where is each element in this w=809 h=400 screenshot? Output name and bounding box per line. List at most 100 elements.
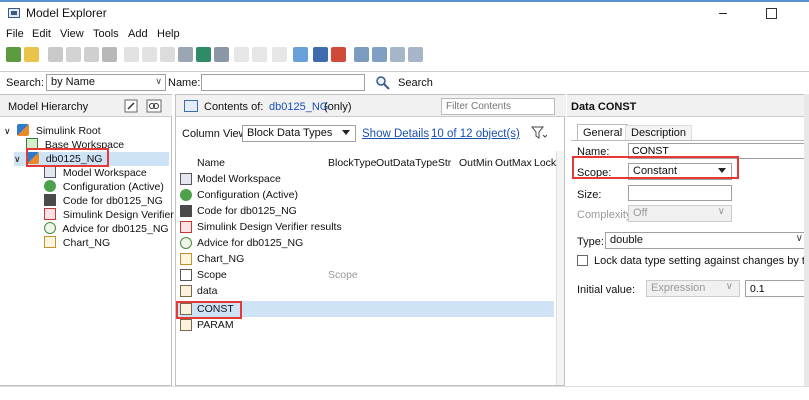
- design-verifier-icon: [44, 208, 56, 220]
- settings-icon[interactable]: [178, 47, 193, 62]
- tree-item-model-workspace[interactable]: Model Workspace: [44, 166, 147, 180]
- complexity-dropdown: Off ∨: [628, 205, 732, 222]
- status-bar: [0, 386, 809, 400]
- config-icon[interactable]: [214, 47, 229, 62]
- copy-icon[interactable]: [66, 47, 81, 62]
- column-view-dropdown[interactable]: Block Data Types: [242, 125, 356, 142]
- filter-contents-input[interactable]: [441, 98, 555, 115]
- chevron-down-icon[interactable]: ∨: [4, 126, 14, 137]
- menu-tools[interactable]: Tools: [93, 28, 119, 40]
- highlight-box-model: [26, 148, 109, 167]
- library-icon[interactable]: [331, 47, 346, 62]
- table-row[interactable]: PARAM: [176, 317, 554, 333]
- menu-edit[interactable]: Edit: [32, 28, 51, 40]
- tree-item-design-verifier[interactable]: Simulink Design Verifier: [44, 208, 174, 222]
- table-row[interactable]: Configuration (Active): [176, 187, 554, 203]
- complexity-field-label: Complexity:: [577, 209, 635, 221]
- tree-item-configuration[interactable]: Configuration (Active): [44, 180, 164, 194]
- toolbar: [0, 44, 809, 66]
- hierarchy-title: Model Hierarchy: [8, 101, 89, 113]
- initial-value-input[interactable]: [745, 280, 809, 297]
- chevron-down-icon: ∨: [155, 76, 162, 86]
- function-icon[interactable]: [252, 47, 267, 62]
- code-icon: [180, 205, 192, 217]
- tree-item-label: Simulink Root: [35, 125, 101, 137]
- table-row[interactable]: Simulink Design Verifier results: [176, 219, 554, 235]
- import-icon[interactable]: [408, 47, 423, 62]
- open-folder-icon[interactable]: [24, 47, 39, 62]
- delete-icon[interactable]: [102, 47, 117, 62]
- row-name: Scope: [197, 269, 227, 281]
- column-header-outmin[interactable]: OutMin: [459, 157, 493, 169]
- show-details-link[interactable]: Show Details: [362, 128, 429, 140]
- highlight-box-scope: [572, 156, 739, 179]
- size-input[interactable]: [628, 185, 732, 201]
- tab-divider: [571, 140, 809, 141]
- hierarchy-icon[interactable]: [313, 47, 328, 62]
- table-row[interactable]: Model Workspace: [176, 171, 554, 187]
- type-dropdown[interactable]: double ∨: [605, 232, 809, 249]
- contents-suffix: (only): [324, 101, 352, 113]
- search-button[interactable]: Search: [398, 77, 433, 89]
- table-row[interactable]: Scope Scope: [176, 267, 554, 283]
- export-icon[interactable]: [390, 47, 405, 62]
- split-icon[interactable]: [234, 47, 249, 62]
- paste-icon[interactable]: [84, 47, 99, 62]
- fx-icon[interactable]: [272, 47, 287, 62]
- right-edge-scrollbar: [804, 94, 809, 386]
- list-icon[interactable]: [160, 47, 175, 62]
- report-icon[interactable]: [372, 47, 387, 62]
- grid-icon[interactable]: [124, 47, 139, 62]
- new-model-icon[interactable]: [6, 47, 21, 62]
- chart-icon: [180, 253, 192, 265]
- column-header-outmax[interactable]: OutMax: [495, 157, 532, 169]
- tree-item-advice[interactable]: Advice for db0125_NG: [44, 222, 169, 236]
- column-header-outdatatypestr[interactable]: OutDataTypeStr: [376, 157, 451, 169]
- contents-prefix: Contents of:: [204, 101, 264, 113]
- cut-icon[interactable]: [48, 47, 63, 62]
- menu-help[interactable]: Help: [157, 28, 180, 40]
- search-icon[interactable]: [375, 75, 391, 91]
- row-name: PARAM: [197, 319, 234, 331]
- filter-icon[interactable]: [531, 126, 547, 140]
- tree-item-label: Advice for db0125_NG: [62, 223, 169, 235]
- model-explorer-view-icon[interactable]: [293, 47, 308, 62]
- table-icon[interactable]: [142, 47, 157, 62]
- minimize-button[interactable]: –: [708, 2, 738, 24]
- chevron-down-icon: ∨: [717, 206, 725, 217]
- model-workspace-icon: [180, 173, 192, 185]
- target-icon[interactable]: [196, 47, 211, 62]
- tree-item-simulink-root[interactable]: ∨ Simulink Root: [4, 124, 101, 138]
- search-mode-dropdown[interactable]: by Name ∨: [46, 74, 166, 91]
- row-name: Chart_NG: [197, 253, 245, 265]
- tab-description[interactable]: Description: [625, 125, 693, 140]
- column-header-blocktype[interactable]: BlockType: [328, 157, 376, 169]
- pencil-icon[interactable]: [124, 99, 138, 113]
- column-header-name[interactable]: Name: [197, 157, 225, 169]
- lock-data-type-checkbox[interactable]: [577, 255, 588, 266]
- table-row[interactable]: data: [176, 283, 554, 299]
- object-count-link[interactable]: 10 of 12 object(s): [431, 128, 520, 140]
- menu-view[interactable]: View: [60, 28, 84, 40]
- table-row[interactable]: Advice for db0125_NG: [176, 235, 554, 251]
- name-search-input[interactable]: [201, 74, 365, 91]
- compare-icon[interactable]: [354, 47, 369, 62]
- table-row[interactable]: Code for db0125_NG: [176, 203, 554, 219]
- data-title: Data CONST: [571, 101, 637, 113]
- tab-general[interactable]: General: [577, 124, 629, 141]
- menu-add[interactable]: Add: [128, 28, 148, 40]
- maximize-button[interactable]: [756, 2, 786, 24]
- vertical-scrollbar[interactable]: [556, 151, 564, 385]
- window-title: Model Explorer: [26, 6, 107, 20]
- chevron-down-icon[interactable]: ∨: [14, 154, 24, 165]
- menu-file[interactable]: File: [6, 28, 24, 40]
- tree-item-code[interactable]: Code for db0125_NG: [44, 194, 163, 208]
- contents-model-link[interactable]: db0125_NG: [269, 101, 328, 113]
- link-icon[interactable]: [146, 99, 162, 113]
- tree-item-chart[interactable]: Chart_NG: [44, 236, 110, 250]
- table-row[interactable]: Chart_NG: [176, 251, 554, 267]
- initial-value-label: Initial value:: [577, 284, 636, 296]
- tree-item-label: Chart_NG: [62, 237, 111, 249]
- scope-icon: [180, 269, 192, 281]
- chevron-down-icon: ∨: [725, 281, 733, 292]
